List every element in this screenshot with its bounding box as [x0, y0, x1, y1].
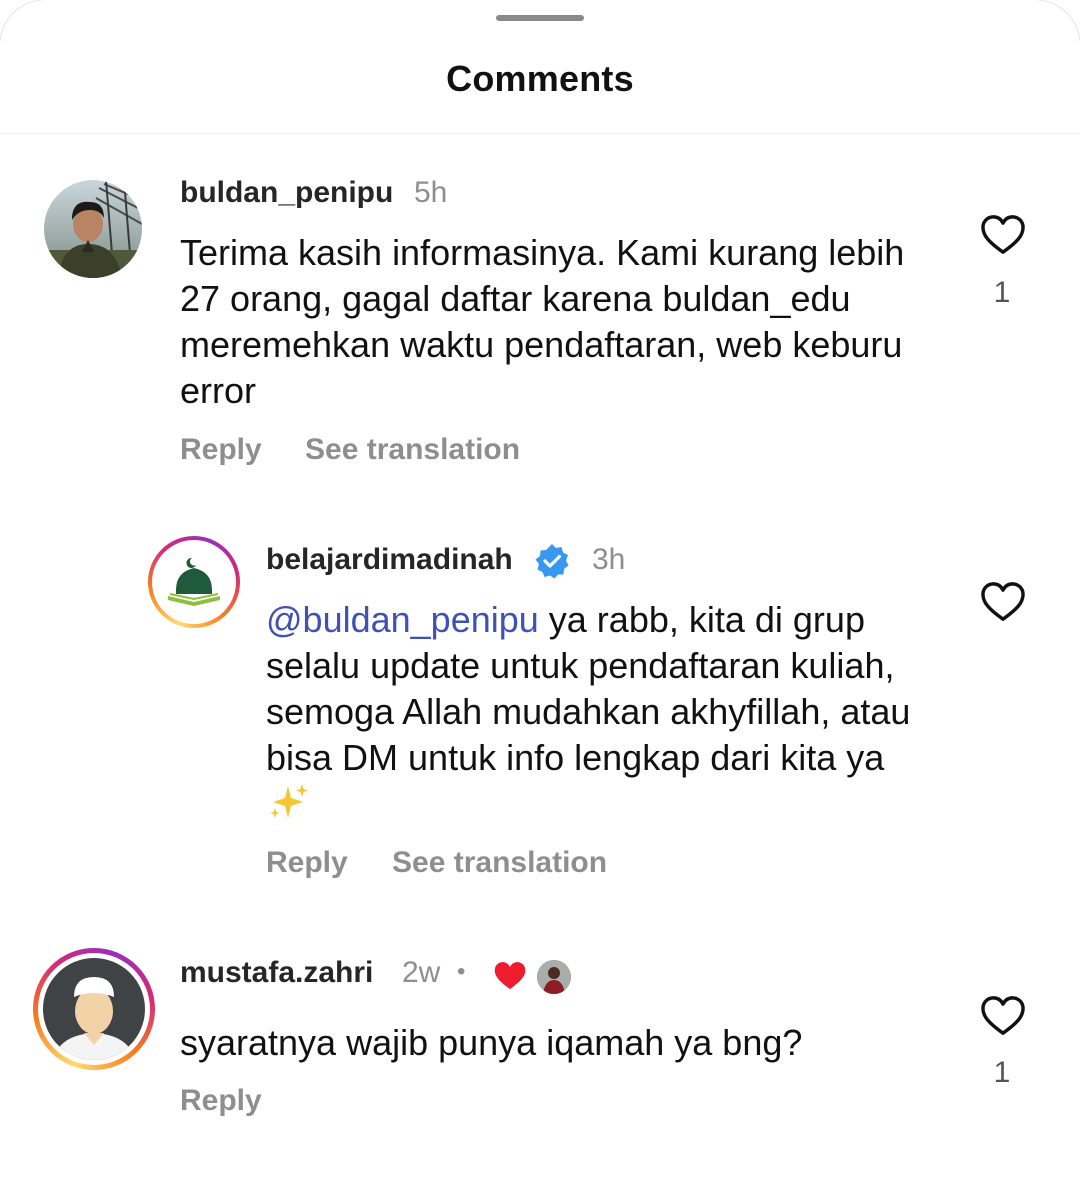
- story-ring-avatar[interactable]: [148, 536, 240, 628]
- comment-time: 5h: [414, 176, 448, 209]
- comment-username[interactable]: belajardimadinah: [266, 543, 513, 577]
- separator-dot: •: [457, 958, 466, 985]
- heart-outline-icon[interactable]: [980, 995, 1026, 1037]
- heart-outline-icon[interactable]: [980, 214, 1026, 256]
- story-ring-avatar[interactable]: [33, 948, 155, 1070]
- heart-filled-icon: [494, 962, 526, 990]
- comment-username[interactable]: mustafa.zahri: [180, 956, 373, 990]
- heart-outline-icon[interactable]: [980, 581, 1026, 623]
- verified-badge-icon: [535, 544, 569, 579]
- see-translation-button[interactable]: See translation: [305, 433, 520, 467]
- like-count: 1: [993, 276, 1011, 309]
- creator-avatar: [537, 960, 571, 994]
- comments-sheet: Comments buldan_penipu 5h Terima kasih i…: [0, 0, 1080, 1186]
- page-title: Comments: [446, 58, 634, 99]
- see-translation-button[interactable]: See translation: [392, 846, 607, 880]
- mosque-logo-icon: [156, 544, 232, 620]
- creator-photo-icon: [537, 960, 571, 994]
- reply-button[interactable]: Reply: [266, 846, 348, 880]
- comment-time: 2w: [402, 956, 441, 989]
- sparkles-icon: [270, 784, 308, 818]
- comment-username[interactable]: buldan_penipu: [180, 176, 393, 210]
- man-with-cap-icon: [43, 958, 145, 1060]
- reply-button[interactable]: Reply: [180, 433, 262, 467]
- comment-text: @buldan_penipu ya rabb, kita di grup sel…: [266, 597, 926, 827]
- drag-handle[interactable]: [496, 15, 584, 21]
- comment-text: syaratnya wajib punya iqamah ya bng?: [180, 1022, 803, 1063]
- comment-text: Terima kasih informasinya. Kami kurang l…: [180, 232, 905, 411]
- user-photo-icon: [44, 180, 142, 278]
- user-avatar[interactable]: [44, 180, 142, 278]
- reply-button[interactable]: Reply: [180, 1084, 262, 1118]
- comment-time: 3h: [592, 543, 626, 576]
- mention-link[interactable]: @buldan_penipu: [266, 599, 539, 640]
- like-count: 1: [993, 1056, 1011, 1089]
- header-divider: [0, 133, 1080, 134]
